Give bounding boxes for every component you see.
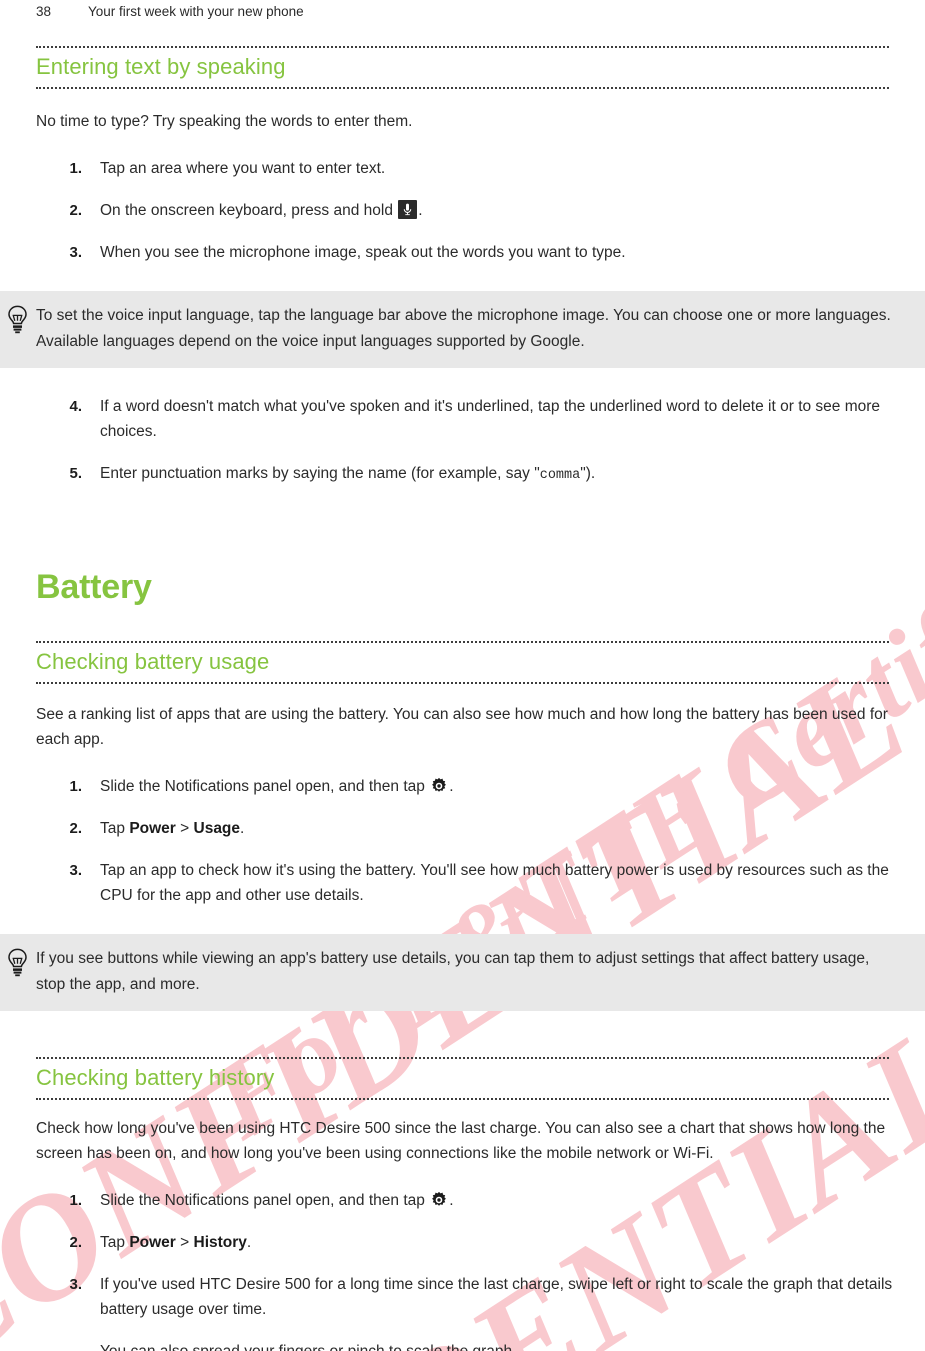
list-item: Slide the Notifications panel open, and … [0, 774, 925, 799]
step-text-after: . [449, 1192, 454, 1209]
section-heading-entering-text: Entering text by speaking [36, 54, 286, 79]
step-text: Tap [100, 820, 130, 837]
document-page: CONFIDENTIAL For R&TTE Certification onl… [0, 0, 925, 1351]
lightbulb-icon [0, 946, 36, 983]
microphone-icon [398, 200, 418, 219]
separator: > [175, 1234, 194, 1251]
mono-term: comma [539, 468, 581, 483]
page-number: 38 [36, 4, 52, 19]
steps-list-battery-history: Slide the Notifications panel open, and … [0, 1188, 925, 1351]
step-text: Slide the Notifications panel open, and … [100, 778, 430, 795]
list-item: On the onscreen keyboard, press and hold… [0, 198, 925, 223]
bold-term-power: Power [129, 820, 176, 837]
list-item: Tap Power > History. [0, 1230, 925, 1255]
step-text: Slide the Notifications panel open, and … [100, 1192, 430, 1209]
bold-term-history: History [193, 1234, 247, 1251]
list-item: When you see the microphone image, speak… [0, 240, 925, 265]
step-text: When you see the microphone image, speak… [100, 244, 626, 261]
step-text: Enter punctuation marks by saying the na… [100, 465, 540, 482]
step-sub-paragraph: You can also spread your fingers or pinc… [100, 1339, 918, 1351]
step-text: If you've used HTC Desire 500 for a long… [100, 1276, 893, 1318]
step-text: Tap an area where you want to enter text… [100, 160, 386, 177]
tip-box-battery-buttons: If you see buttons while viewing an app'… [0, 934, 925, 1011]
steps-list-entering-text-continued: If a word doesn't match what you've spok… [0, 394, 925, 488]
intro-paragraph-battery-usage: See a ranking list of apps that are usin… [36, 706, 888, 748]
chapter-title-battery: Battery [36, 568, 152, 606]
step-text: Tap [100, 1234, 130, 1251]
steps-list-battery-usage: Slide the Notifications panel open, and … [0, 774, 925, 908]
step-text: Tap an app to check how it's using the b… [100, 862, 889, 904]
list-item: Slide the Notifications panel open, and … [0, 1188, 925, 1213]
list-item: Tap an area where you want to enter text… [0, 156, 925, 181]
step-text: On the onscreen keyboard, press and hold [100, 202, 398, 219]
separator: > [175, 820, 194, 837]
tip-box-voice-input: To set the voice input language, tap the… [0, 291, 925, 368]
step-text-after: . [240, 820, 245, 837]
section-heading-checking-battery-history: Checking battery history [36, 1065, 275, 1090]
tip-text: If you see buttons while viewing an app'… [36, 950, 870, 993]
page-content: 38 Your first week with your new phone E… [0, 0, 925, 1351]
intro-paragraph-entering-text: No time to type? Try speaking the words … [36, 113, 413, 130]
list-item: Tap an app to check how it's using the b… [0, 858, 925, 908]
step-text-after: . [449, 778, 454, 795]
list-item: Tap Power > Usage. [0, 816, 925, 841]
step-text-after: . [418, 202, 423, 219]
step-text-after: . [246, 1234, 252, 1251]
bold-term-power: Power [129, 1234, 176, 1251]
running-header: 38 Your first week with your new phone [0, 0, 925, 26]
gear-icon [430, 1191, 448, 1209]
tip-text: To set the voice input language, tap the… [36, 307, 891, 350]
lightbulb-icon [0, 303, 36, 340]
gear-icon [430, 777, 448, 795]
section-heading-checking-battery-usage: Checking battery usage [36, 649, 270, 674]
intro-paragraph-battery-history: Check how long you've been using HTC Des… [36, 1120, 886, 1162]
list-item: Enter punctuation marks by saying the na… [0, 461, 925, 488]
step-text-after: "). [580, 465, 596, 482]
step-text: If a word doesn't match what you've spok… [100, 398, 881, 440]
running-header-title: Your first week with your new phone [88, 4, 304, 19]
bold-term-usage: Usage [193, 820, 241, 837]
list-item: If a word doesn't match what you've spok… [0, 394, 925, 444]
steps-list-entering-text: Tap an area where you want to enter text… [0, 156, 925, 265]
list-item: If you've used HTC Desire 500 for a long… [0, 1272, 925, 1351]
